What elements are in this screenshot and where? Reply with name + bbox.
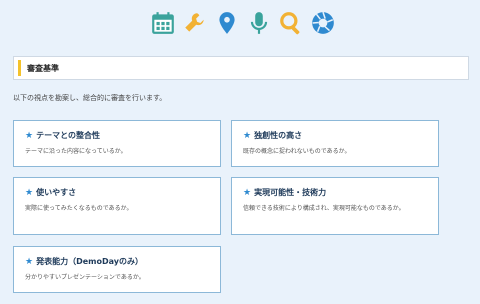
wrench-icon[interactable] (182, 10, 208, 36)
aperture-icon[interactable] (310, 10, 336, 36)
criteria-card-usability: ★ 使いやすさ 実際に使ってみたくなるものであるか。 (13, 177, 221, 235)
card-description: 分かりやすいプレゼンテーションであるか。 (25, 274, 145, 281)
search-icon[interactable] (278, 10, 304, 36)
criteria-card-presentation: ★ 発表能力（DemoDayのみ） 分かりやすいプレゼンテーションであるか。 (13, 246, 221, 293)
card-description: 実際に使ってみたくなるものであるか。 (25, 205, 133, 212)
icon-toolbar (150, 10, 336, 36)
star-icon: ★ (243, 187, 252, 198)
criteria-card-theme: ★ テーマとの整合性 テーマに沿った内容になっているか。 (13, 120, 221, 167)
star-icon: ★ (25, 256, 34, 267)
intro-text: 以下の視点を勘案し、総合的に審査を行います。 (13, 94, 167, 102)
card-title: ★ 使いやすさ (25, 187, 77, 198)
star-icon: ★ (243, 130, 252, 141)
criteria-card-feasibility: ★ 実現可能性・技術力 信頼できる技術により構成され、実現可能なものであるか。 (231, 177, 439, 235)
calendar-icon[interactable] (150, 10, 176, 36)
card-title: ★ 発表能力（DemoDayのみ） (25, 256, 143, 267)
card-description: 信頼できる技術により構成され、実現可能なものであるか。 (243, 205, 405, 212)
card-title: ★ 実現可能性・技術力 (243, 187, 327, 198)
section-title: 審査基準 (27, 63, 59, 73)
star-icon: ★ (25, 187, 34, 198)
section-header: 審査基準 (13, 56, 469, 80)
card-description: テーマに沿った内容になっているか。 (25, 148, 127, 155)
microphone-icon[interactable] (246, 10, 272, 36)
location-pin-icon[interactable] (214, 10, 240, 36)
star-icon: ★ (25, 130, 34, 141)
card-title: ★ 独創性の高さ (243, 130, 303, 141)
card-title: ★ テーマとの整合性 (25, 130, 100, 141)
accent-bar (18, 60, 21, 76)
criteria-card-originality: ★ 独創性の高さ 既存の概念に捉われないものであるか。 (231, 120, 439, 167)
card-description: 既存の概念に捉われないものであるか。 (243, 148, 351, 155)
